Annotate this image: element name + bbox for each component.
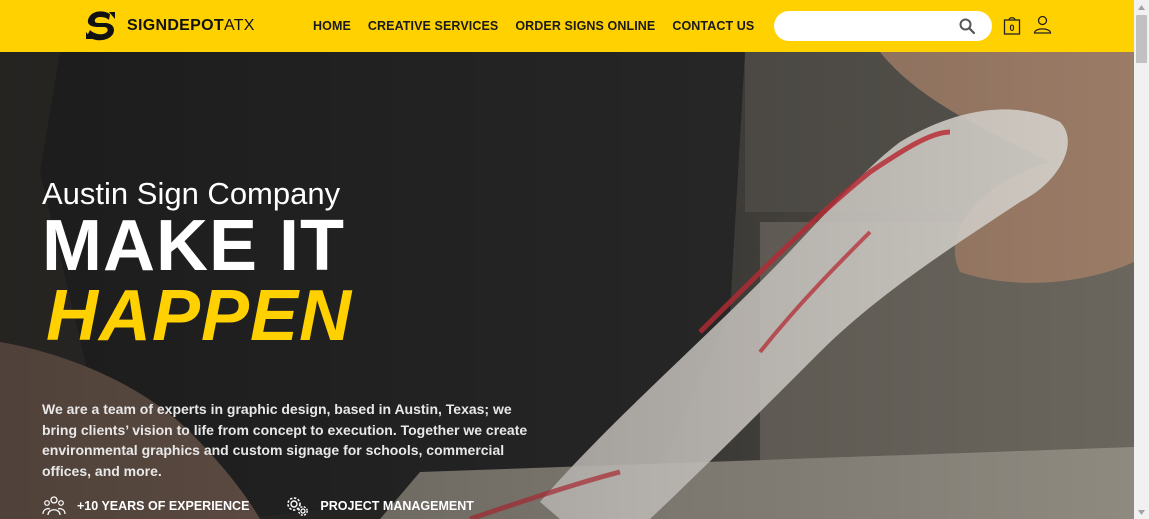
scroll-up-arrow-icon[interactable] [1134, 0, 1149, 14]
page: SIGNDEPOTATX HOME CREATIVE SERVICES ORDE… [0, 0, 1134, 519]
nav-order-signs-online[interactable]: ORDER SIGNS ONLINE [515, 19, 655, 33]
logo-name-bold: SIGNDEPOT [127, 17, 224, 34]
vertical-scrollbar[interactable] [1134, 0, 1149, 519]
bag-icon: 0 [1003, 17, 1021, 35]
logo-wordmark: SIGNDEPOTATX [127, 17, 255, 35]
nav-contact-us[interactable]: CONTACT US [672, 19, 754, 33]
feature-project-management: PROJECT MANAGEMENT [285, 495, 474, 517]
nav-creative-services[interactable]: CREATIVE SERVICES [368, 19, 498, 33]
hero-headline-line1: MAKE IT [42, 206, 345, 286]
feature-experience: +10 YEARS OF EXPERIENCE [42, 495, 249, 517]
site-logo[interactable]: SIGNDEPOTATX [82, 8, 255, 44]
hero-section: Austin Sign Company MAKE IT HAPPEN We ar… [0, 52, 1134, 519]
hero-headline-line2: HAPPEN [46, 276, 353, 356]
feature-project-management-label: PROJECT MANAGEMENT [320, 499, 474, 513]
team-icon [42, 496, 66, 516]
site-header: SIGNDEPOTATX HOME CREATIVE SERVICES ORDE… [0, 0, 1134, 52]
cart-icon[interactable]: 0 [1003, 15, 1021, 35]
hero-description: We are a team of experts in graphic desi… [42, 401, 528, 479]
feature-list: +10 YEARS OF EXPERIENCE PROJECT MANAGEME… [42, 495, 510, 517]
feature-experience-label: +10 YEARS OF EXPERIENCE [77, 499, 250, 513]
scroll-down-arrow-icon[interactable] [1134, 505, 1149, 519]
logo-mark-icon [86, 11, 115, 41]
main-nav: HOME CREATIVE SERVICES ORDER SIGNS ONLIN… [313, 0, 754, 52]
search-box [774, 11, 992, 41]
search-icon[interactable] [959, 18, 975, 34]
scroll-thumb[interactable] [1136, 15, 1147, 63]
nav-home[interactable]: HOME [313, 19, 351, 33]
search-input[interactable] [788, 16, 962, 38]
logo-name-light: ATX [223, 17, 255, 34]
cart-count: 0 [1009, 23, 1014, 33]
user-account-icon[interactable] [1033, 15, 1052, 34]
gears-icon [287, 497, 309, 516]
